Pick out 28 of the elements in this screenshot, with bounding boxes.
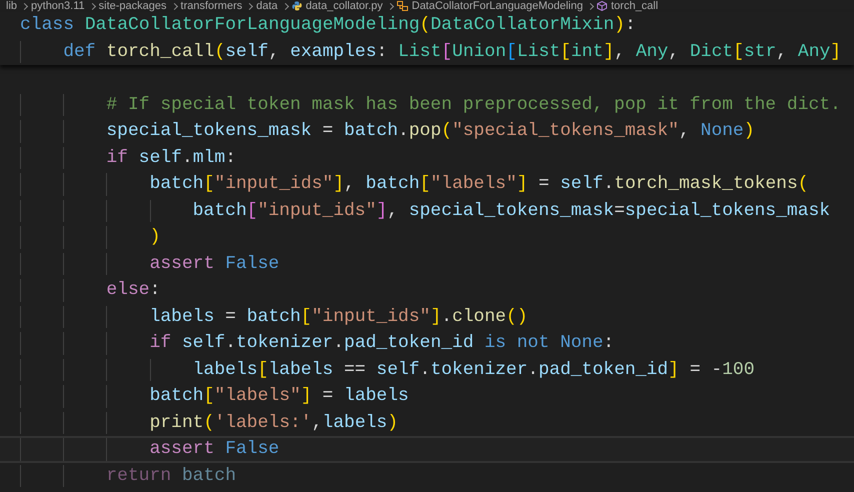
breadcrumb-item[interactable]: data_collator.py <box>306 0 383 12</box>
code-line: batch["labels"] = labels <box>150 387 409 406</box>
python-file-icon <box>292 1 302 11</box>
breadcrumb-item[interactable]: site-packages <box>98 0 167 12</box>
code-line: special_tokens_mask = batch.pop("special_tokens_mask", None) <box>106 122 755 140</box>
code-line: labels[labels == self.tokenizer.pad_token_id] = -100 <box>192 360 755 379</box>
breadcrumb-item[interactable]: transformers <box>180 0 242 12</box>
code-line: if self.tokenizer.pad_token_id is not None: <box>150 334 614 352</box>
code-line: def torch_call(self, examples: List[Union[List[int], Any, Dict[str, Any] <box>63 42 842 61</box>
breadcrumb-item[interactable]: data <box>256 0 278 12</box>
code-line: batch["input_ids"], special_tokens_mask=special_tokens_mask <box>192 202 830 220</box>
class-symbol-icon <box>396 1 408 11</box>
code-line: assert False <box>150 440 280 458</box>
breadcrumb-item[interactable]: torch_call <box>610 0 658 12</box>
breadcrumb-item[interactable]: DataCollatorForLanguageModeling <box>412 0 583 12</box>
code-line: if self.mlm: <box>106 148 236 167</box>
breadcrumb-item[interactable]: lib <box>6 0 18 12</box>
code-line: ) <box>150 228 160 246</box>
code-line: assert False <box>150 254 280 273</box>
code-line: else: <box>106 281 160 300</box>
code-line: class DataCollatorForLanguageModeling(DataCollatorMixin): <box>20 16 636 34</box>
code-line: labels = batch["input_ids"].clone() <box>150 308 528 326</box>
code-line: print('labels:',labels) <box>150 414 398 432</box>
code-line: # If special token mask has been preprocessed, pop it from the dict. <box>106 96 841 114</box>
cube-icon <box>596 1 607 11</box>
breadcrumb-item[interactable]: python3.11 <box>31 0 85 12</box>
code-line: batch["input_ids"], batch["labels"] = self.torch_mask_tokens( <box>150 175 809 194</box>
code-line: return batch <box>106 466 236 485</box>
